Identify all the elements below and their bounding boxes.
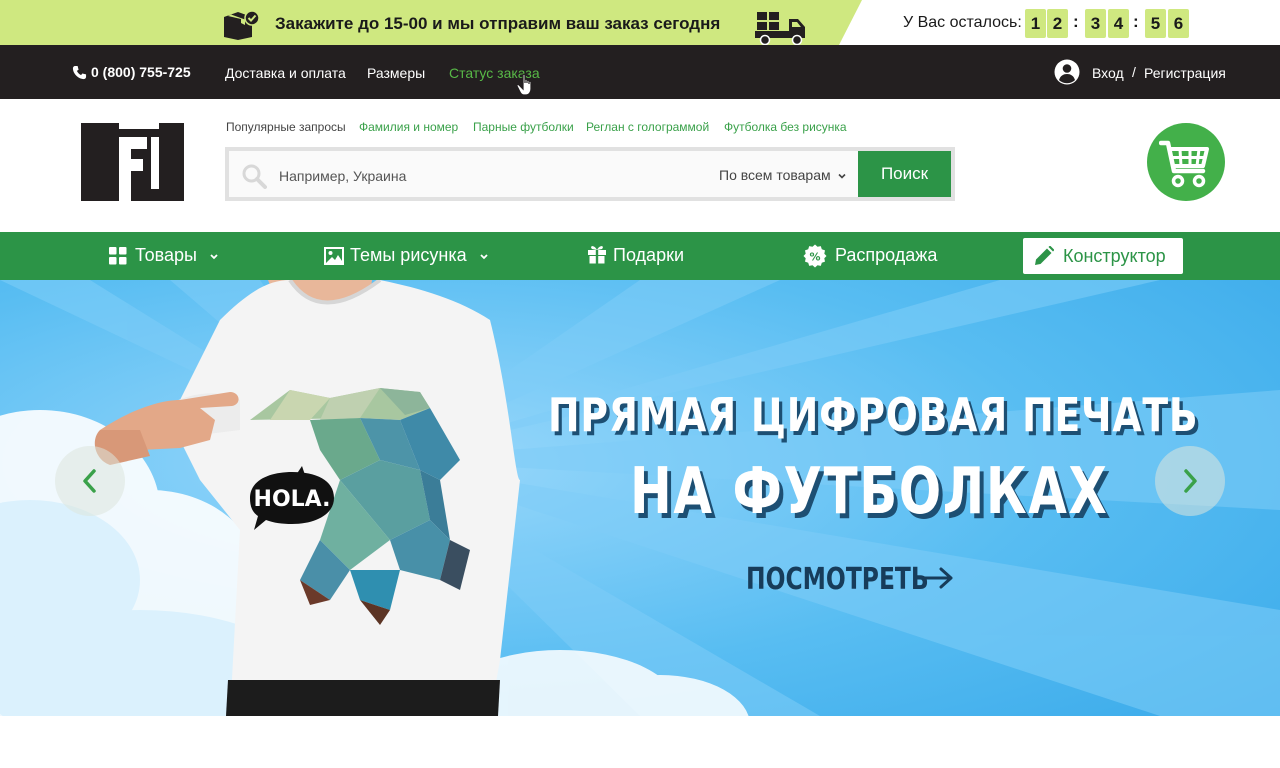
image-icon <box>324 247 344 265</box>
site-logo[interactable] <box>81 123 184 201</box>
category-label: Товары <box>135 245 197 265</box>
hero-cta-link[interactable]: ПОСМОТРЕТЬ <box>746 562 929 597</box>
promo-text: Закажите до 15-00 и мы отправим ваш зака… <box>275 14 721 33</box>
countdown-digit: 5 <box>1145 9 1166 38</box>
box-check-icon <box>224 10 260 40</box>
hero-banner[interactable]: HOLA. ПРЯМАЯ ЦИФРОВАЯ ПЕЧАТЬ НА ФУТБОЛКА… <box>0 280 1280 716</box>
countdown-label: У Вас осталось: <box>903 14 1022 31</box>
category-navigation: Товары Темы рисунка Подарки % Распродажа <box>0 232 1280 280</box>
gift-icon <box>588 246 606 264</box>
slider-next-button[interactable] <box>1155 446 1225 516</box>
top-navigation: 0 (800) 755-725 Доставка и оплата Размер… <box>0 45 1280 99</box>
countdown-separator: : <box>1073 12 1079 31</box>
cart-button[interactable] <box>1147 123 1225 201</box>
search-input[interactable] <box>279 165 709 187</box>
login-link[interactable]: Вход <box>1092 65 1124 81</box>
chevron-down-icon <box>210 254 218 260</box>
category-label: Подарки <box>613 245 685 265</box>
chevron-down-icon <box>480 254 488 260</box>
popular-query-link[interactable]: Фамилия и номер <box>359 120 458 134</box>
countdown-digit: 3 <box>1085 9 1106 38</box>
nav-link-delivery[interactable]: Доставка и оплата <box>225 65 346 81</box>
constructor-button[interactable]: Конструктор <box>1023 238 1183 274</box>
hero-title-line1: ПРЯМАЯ ЦИФРОВАЯ ПЕЧАТЬ <box>548 388 1199 442</box>
nav-link-sizes[interactable]: Размеры <box>367 65 425 81</box>
category-gifts[interactable]: Подарки <box>587 232 697 280</box>
register-link[interactable]: Регистрация <box>1144 65 1226 81</box>
countdown-digit: 6 <box>1168 9 1189 38</box>
grid-icon <box>109 247 127 265</box>
search-button[interactable]: Поиск <box>858 151 951 197</box>
hand-pointer-icon <box>516 73 532 96</box>
chevron-right-icon <box>1184 469 1197 493</box>
arrow-right-icon[interactable] <box>922 566 954 590</box>
category-sale[interactable]: % Распродажа <box>803 232 943 280</box>
category-label: Темы рисунка <box>350 245 467 265</box>
popular-query-link[interactable]: Парные футболки <box>473 120 574 134</box>
percent-badge-icon: % <box>803 244 827 268</box>
search-icon <box>242 164 267 189</box>
shirt-print-text: HOLA. <box>254 487 331 512</box>
phone-icon <box>72 65 87 80</box>
shopping-cart-icon <box>1159 140 1209 188</box>
hero-title-line2: НА ФУТБОЛКАХ <box>630 455 1109 529</box>
popular-queries-label: Популярные запросы <box>226 120 346 134</box>
chevron-left-icon <box>83 469 96 493</box>
countdown-separator: : <box>1133 12 1139 31</box>
category-themes[interactable]: Темы рисунка <box>324 232 492 280</box>
user-circle-icon[interactable] <box>1054 59 1080 85</box>
delivery-truck-icon <box>755 12 805 45</box>
pencil-icon <box>1035 246 1054 265</box>
slider-prev-button[interactable] <box>55 446 125 516</box>
logo-icon <box>81 123 184 201</box>
chevron-down-icon[interactable] <box>837 171 847 181</box>
auth-separator: / <box>1132 64 1136 80</box>
category-label: Распродажа <box>835 245 938 265</box>
svg-text:%: % <box>809 251 820 264</box>
category-products[interactable]: Товары <box>108 232 223 280</box>
constructor-label: Конструктор <box>1063 246 1166 266</box>
popular-query-link[interactable]: Реглан с голограммой <box>586 120 709 134</box>
countdown-digit: 1 <box>1025 9 1046 38</box>
countdown-digit: 4 <box>1108 9 1129 38</box>
search-bar: По всем товарам Поиск <box>225 147 955 201</box>
promo-bar: Закажите до 15-00 и мы отправим ваш зака… <box>0 0 1280 45</box>
phone-number[interactable]: 0 (800) 755-725 <box>91 64 191 80</box>
popular-query-link[interactable]: Футболка без рисунка <box>724 120 847 134</box>
search-scope-select[interactable]: По всем товарам <box>719 167 831 183</box>
countdown-digit: 2 <box>1047 9 1068 38</box>
